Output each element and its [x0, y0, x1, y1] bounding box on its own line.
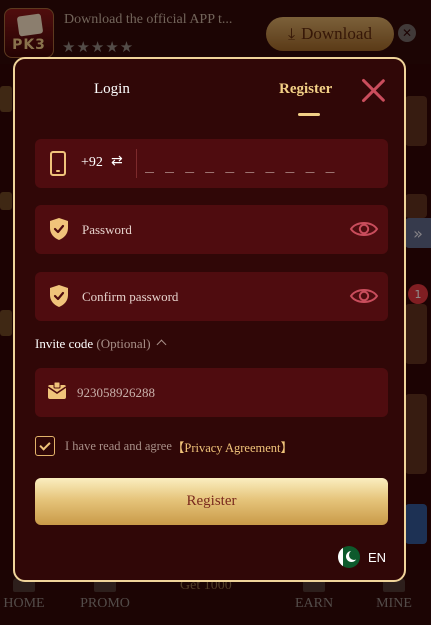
swap-icon[interactable]: ⇄ — [111, 153, 123, 169]
invite-code-input[interactable] — [77, 378, 357, 408]
language-label: EN — [368, 549, 387, 565]
invite-code-label[interactable]: Invite code (Optional) — [35, 336, 167, 352]
eye-icon[interactable] — [349, 285, 379, 307]
invite-optional-text: (Optional) — [96, 336, 151, 351]
password-field — [35, 205, 388, 254]
active-tab-indicator — [298, 113, 320, 116]
phone-icon — [50, 151, 66, 176]
confirm-password-input[interactable] — [82, 282, 322, 312]
shield-icon — [50, 285, 68, 307]
invite-code-field — [35, 368, 388, 417]
tab-register[interactable]: Register — [279, 81, 332, 98]
agree-text: I have read and agree — [65, 438, 172, 453]
check-icon — [39, 439, 51, 451]
invite-label-text: Invite code — [35, 336, 94, 351]
close-icon[interactable] — [360, 77, 386, 103]
tab-login[interactable]: Login — [94, 81, 130, 98]
confirm-password-field — [35, 272, 388, 321]
shield-icon — [50, 218, 68, 240]
divider — [136, 149, 137, 178]
register-modal: Login Register +92 ⇄ I — [13, 57, 406, 582]
phone-input[interactable] — [145, 151, 375, 177]
eye-icon[interactable] — [349, 218, 379, 240]
country-code[interactable]: +92 — [81, 155, 103, 171]
agree-checkbox[interactable] — [35, 436, 55, 456]
register-button[interactable]: Register — [35, 478, 388, 525]
language-selector[interactable]: EN — [338, 546, 386, 568]
password-input[interactable] — [82, 215, 322, 245]
phone-field: +92 ⇄ — [35, 139, 388, 188]
privacy-agreement-link[interactable]: 【Privacy Agreement】 — [172, 437, 293, 456]
chevron-up-icon — [156, 339, 167, 350]
agreement-row: I have read and agree 【Privacy Agreement… — [35, 435, 293, 457]
envelope-icon — [47, 382, 67, 399]
flag-icon — [338, 546, 360, 568]
